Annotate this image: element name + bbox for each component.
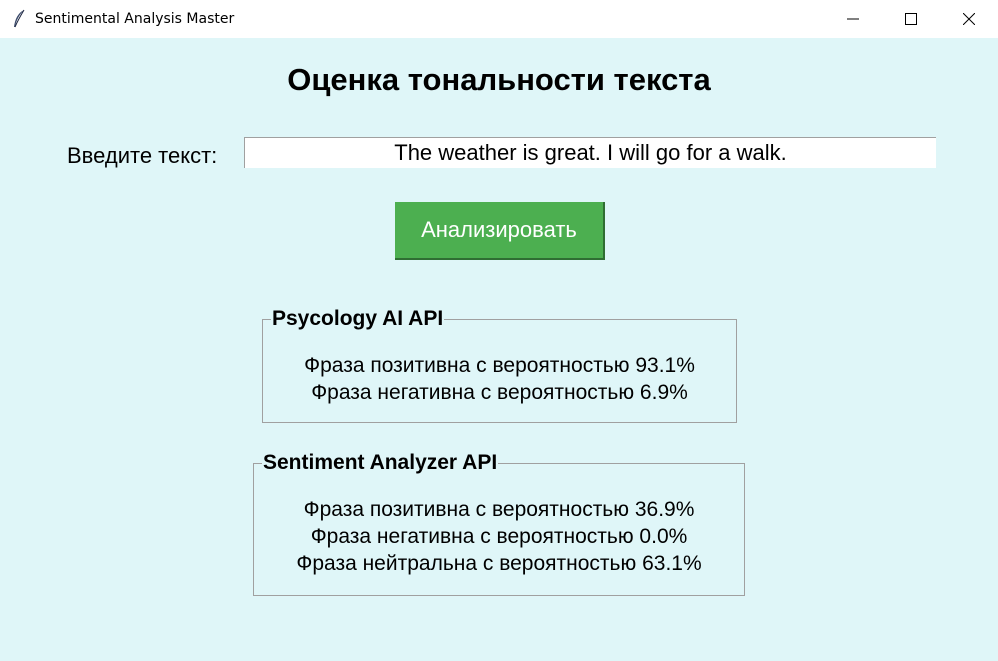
page-title: Оценка тональности текста <box>287 62 711 97</box>
psychology-api-group: Psycology AI API Фраза позитивна с вероя… <box>262 307 737 423</box>
text-input-label: Введите текст: <box>67 143 218 168</box>
close-icon <box>963 13 975 25</box>
psychology-api-results: Фраза позитивна с вероятностью 93.1% Фра… <box>263 352 736 406</box>
window-title: Sentimental Analysis Master <box>35 11 235 27</box>
analyze-button[interactable]: Анализировать <box>395 202 605 260</box>
sentiment-analyzer-api-results: Фраза позитивна с вероятностью 36.9% Фра… <box>254 496 744 577</box>
title-bar: Sentimental Analysis Master <box>0 0 998 38</box>
feather-icon <box>12 9 26 29</box>
sentiment-neutral-result: Фраза нейтральна с вероятностью 63.1% <box>296 552 702 575</box>
close-button[interactable] <box>940 0 998 38</box>
psychology-positive-result: Фраза позитивна с вероятностью 93.1% <box>304 354 695 377</box>
minimize-button[interactable] <box>824 0 882 38</box>
sentiment-negative-result: Фраза негативна с вероятностью 0.0% <box>310 525 688 548</box>
maximize-button[interactable] <box>882 0 940 38</box>
main-panel: Оценка тональности текста Введите текст:… <box>0 38 998 661</box>
sentiment-analyzer-api-group: Sentiment Analyzer API Фраза позитивна с… <box>253 451 745 596</box>
minimize-icon <box>847 18 859 20</box>
sentiment-positive-result: Фраза позитивна с вероятностью 36.9% <box>303 498 695 521</box>
text-input[interactable] <box>244 137 936 168</box>
psychology-negative-result: Фраза негативна с вероятностью 6.9% <box>311 381 688 404</box>
psychology-api-title: Psycology AI API <box>271 307 445 331</box>
sentiment-analyzer-api-title: Sentiment Analyzer API <box>262 451 499 475</box>
maximize-icon <box>905 13 917 25</box>
